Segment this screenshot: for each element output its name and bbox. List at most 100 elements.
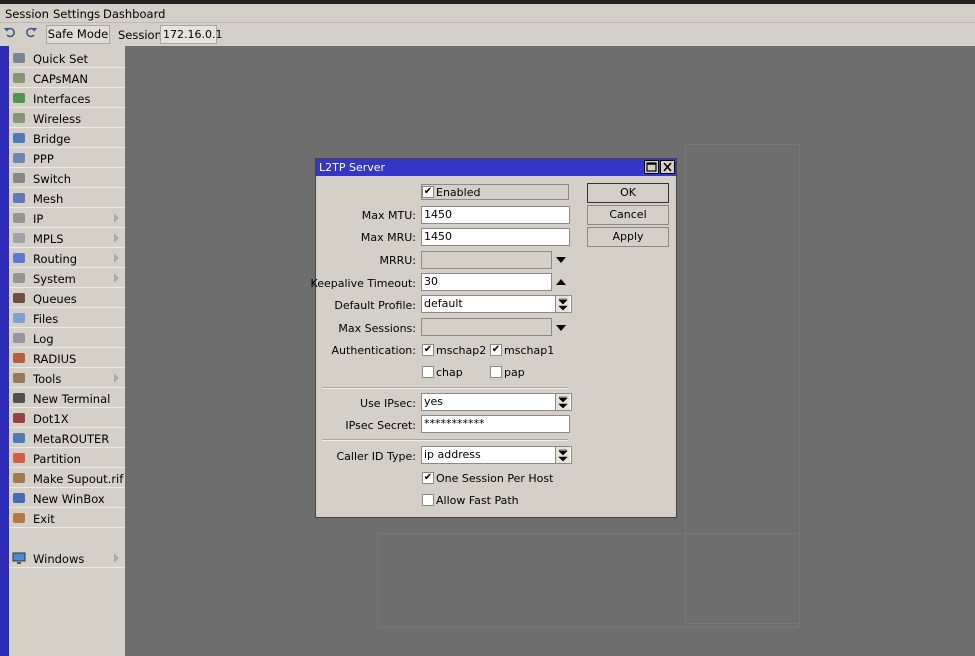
sidebar-item-new-winbox[interactable]: New WinBox bbox=[9, 488, 125, 508]
undo-button[interactable] bbox=[1, 25, 19, 44]
default-profile-select[interactable]: default bbox=[421, 295, 572, 313]
safe-mode-button[interactable]: Safe Mode bbox=[46, 25, 110, 44]
sidebar-item-mpls[interactable]: MPLS bbox=[9, 228, 125, 248]
background-window-outline-2 bbox=[377, 533, 800, 628]
sidebar-item-interfaces[interactable]: Interfaces bbox=[9, 88, 125, 108]
sidebar-item-ppp[interactable]: PPP bbox=[9, 148, 125, 168]
max-mru-input[interactable]: 1450 bbox=[421, 228, 570, 246]
default-profile-label: Default Profile: bbox=[334, 299, 416, 312]
users-icon bbox=[12, 351, 26, 365]
sidebar-item-bridge[interactable]: Bridge bbox=[9, 128, 125, 148]
session-label: Session: bbox=[118, 28, 166, 42]
menu-dashboard[interactable]: Dashboard bbox=[103, 7, 165, 21]
one-session-per-host-checkbox[interactable]: ✔ bbox=[422, 472, 434, 484]
apply-button[interactable]: Apply bbox=[587, 227, 669, 247]
dot1x-icon bbox=[12, 411, 26, 425]
sidebar-item-quick-set[interactable]: Quick Set bbox=[9, 48, 125, 68]
gear-icon bbox=[12, 271, 26, 285]
sidebar-item-mesh[interactable]: Mesh bbox=[9, 188, 125, 208]
session-address: 172.16.0.1 bbox=[160, 25, 222, 44]
combo-arrows-icon bbox=[558, 396, 568, 409]
mschap2-label: mschap2 bbox=[436, 344, 487, 357]
sidebar-item-partition[interactable]: Partition bbox=[9, 448, 125, 468]
ipsec-secret-input[interactable]: *********** bbox=[421, 415, 570, 433]
caller-id-type-select[interactable]: ip address bbox=[421, 446, 572, 464]
cancel-button[interactable]: Cancel bbox=[587, 205, 669, 225]
sidebar-item-queues[interactable]: Queues bbox=[9, 288, 125, 308]
enabled-checkbox[interactable]: ✔ bbox=[422, 186, 434, 198]
sidebar-item-label: Wireless bbox=[33, 112, 82, 126]
mschap1-label: mschap1 bbox=[504, 344, 555, 357]
sidebar-item-make-supout-rif[interactable]: Make Supout.rif bbox=[9, 468, 125, 488]
max-sessions-dropdown-icon[interactable] bbox=[556, 325, 566, 331]
sidebar-item-capsman[interactable]: CAPsMAN bbox=[9, 68, 125, 88]
sidebar-item-ip[interactable]: IP bbox=[9, 208, 125, 228]
sidebar-item-label: IP bbox=[33, 212, 44, 226]
metarouter-icon bbox=[12, 431, 26, 445]
menu-session[interactable]: Session bbox=[5, 7, 49, 21]
ppp-icon bbox=[12, 151, 26, 165]
sidebar-item-exit[interactable]: Exit bbox=[9, 508, 125, 528]
mschap1-checkbox[interactable]: ✔ bbox=[490, 344, 502, 356]
redo-button[interactable] bbox=[22, 25, 40, 44]
mesh-icon bbox=[12, 191, 26, 205]
terminal-icon bbox=[12, 391, 26, 405]
sidebar-item-wireless[interactable]: Wireless bbox=[9, 108, 125, 128]
caller-id-type-dropdown-button[interactable] bbox=[555, 447, 570, 463]
monitor-icon bbox=[12, 551, 26, 565]
default-profile-value: default bbox=[424, 297, 463, 310]
sidebar-item-routing[interactable]: Routing bbox=[9, 248, 125, 268]
close-button[interactable] bbox=[660, 160, 675, 174]
maximize-button[interactable] bbox=[644, 160, 659, 174]
menu-settings[interactable]: Settings bbox=[53, 7, 100, 21]
sidebar-item-label: Mesh bbox=[33, 192, 64, 206]
sidebar-item-windows[interactable]: Windows bbox=[9, 548, 125, 568]
sidebar-item-log[interactable]: Log bbox=[9, 328, 125, 348]
mrru-dropdown-icon[interactable] bbox=[556, 257, 566, 263]
sidebar-item-system[interactable]: System bbox=[9, 268, 125, 288]
submenu-arrow-icon bbox=[114, 253, 119, 263]
sidebar-item-label: Files bbox=[33, 312, 59, 326]
log-icon bbox=[12, 331, 26, 345]
sidebar-item-metarouter[interactable]: MetaROUTER bbox=[9, 428, 125, 448]
antenna-icon bbox=[12, 111, 26, 125]
antenna-icon bbox=[12, 71, 26, 85]
keepalive-timeout-label: Keepalive Timeout: bbox=[310, 277, 416, 290]
mschap2-checkbox[interactable]: ✔ bbox=[422, 344, 434, 356]
sidebar-item-radius[interactable]: RADIUS bbox=[9, 348, 125, 368]
sidebar-item-label: RADIUS bbox=[33, 352, 77, 366]
allow-fast-path-checkbox[interactable] bbox=[422, 494, 434, 506]
redo-icon bbox=[26, 27, 37, 38]
ok-button[interactable]: OK bbox=[587, 183, 669, 203]
sidebar-item-label: New Terminal bbox=[33, 392, 111, 406]
sidebar-item-label: Queues bbox=[33, 292, 77, 306]
default-profile-dropdown-button[interactable] bbox=[555, 296, 570, 312]
sidebar-item-dot1x[interactable]: Dot1X bbox=[9, 408, 125, 428]
queue-icon bbox=[12, 291, 26, 305]
keepalive-timeout-input[interactable]: 30 bbox=[421, 273, 552, 291]
separator bbox=[322, 387, 568, 389]
sidebar-item-files[interactable]: Files bbox=[9, 308, 125, 328]
mrru-input[interactable] bbox=[421, 251, 552, 269]
use-ipsec-dropdown-button[interactable] bbox=[555, 394, 570, 410]
chap-checkbox[interactable] bbox=[422, 366, 434, 378]
wand-icon bbox=[12, 51, 26, 65]
routing-icon bbox=[12, 251, 26, 265]
sidebar-item-tools[interactable]: Tools bbox=[9, 368, 125, 388]
ipsec-secret-label: IPsec Secret: bbox=[345, 419, 416, 432]
sidebar-item-new-terminal[interactable]: New Terminal bbox=[9, 388, 125, 408]
combo-arrows-icon bbox=[558, 298, 568, 311]
sidebar-item-label: New WinBox bbox=[33, 492, 105, 506]
winbox-vertical-banner bbox=[0, 46, 9, 656]
max-sessions-input[interactable] bbox=[421, 318, 552, 336]
pie-icon bbox=[12, 451, 26, 465]
use-ipsec-select[interactable]: yes bbox=[421, 393, 572, 411]
sidebar-item-label: Bridge bbox=[33, 132, 71, 146]
sidebar-item-switch[interactable]: Switch bbox=[9, 168, 125, 188]
max-mtu-input[interactable]: 1450 bbox=[421, 206, 570, 224]
keepalive-collapse-icon[interactable] bbox=[556, 279, 566, 285]
pap-checkbox[interactable] bbox=[490, 366, 502, 378]
switch-icon bbox=[12, 171, 26, 185]
exit-door-icon bbox=[12, 511, 26, 525]
max-mtu-label: Max MTU: bbox=[361, 209, 416, 222]
